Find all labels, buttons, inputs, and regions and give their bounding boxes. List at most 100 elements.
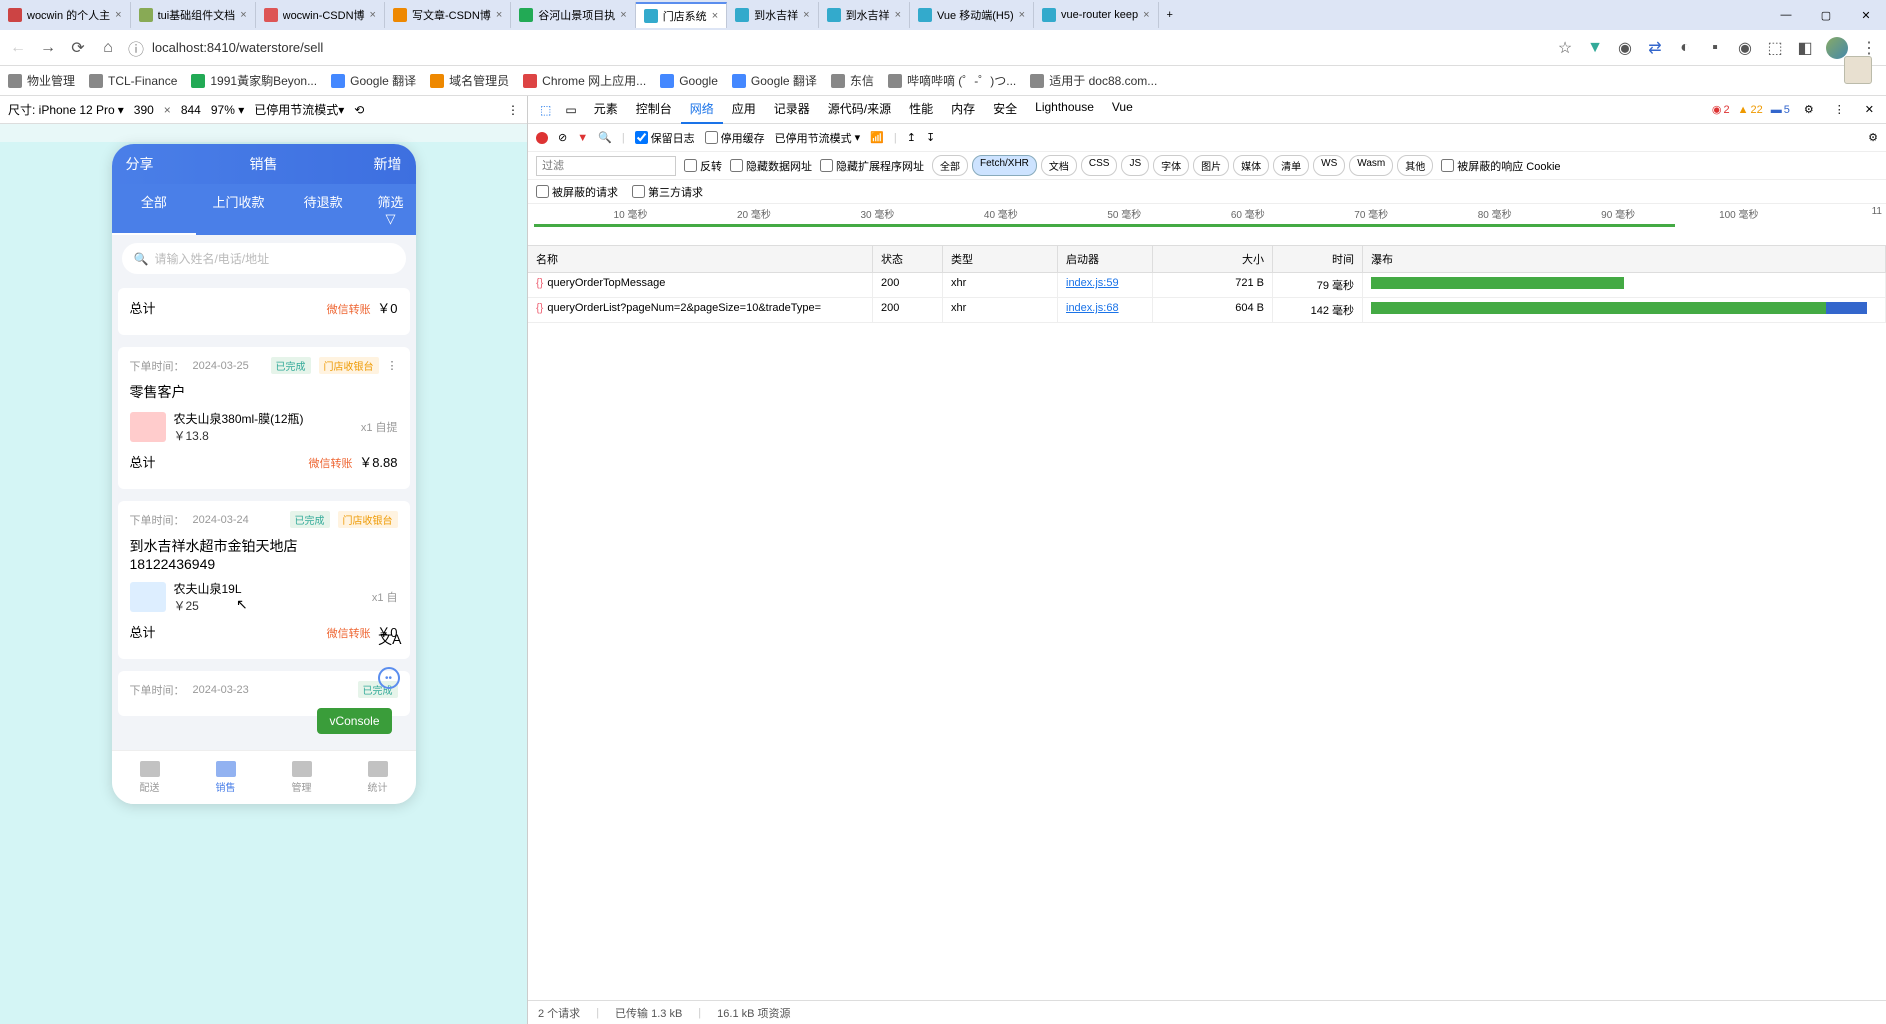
close-icon[interactable]: × xyxy=(1019,9,1025,21)
blocked-cookie-checkbox[interactable]: 被屏蔽的响应 Cookie xyxy=(1441,158,1560,174)
close-icon[interactable]: × xyxy=(712,10,718,22)
close-icon[interactable]: × xyxy=(1143,9,1149,21)
devtools-tab[interactable]: 记录器 xyxy=(765,95,819,124)
bookmark-item[interactable]: Google 翻译 xyxy=(331,72,416,89)
nav-stats[interactable]: 统计 xyxy=(340,751,416,804)
rotate-button[interactable]: ⟲ xyxy=(354,103,364,117)
upload-icon[interactable]: ↥ xyxy=(907,131,916,144)
devtools-tab[interactable]: 网络 xyxy=(681,95,723,124)
close-icon[interactable]: × xyxy=(115,9,121,21)
type-filter-chip[interactable]: 清单 xyxy=(1273,155,1309,176)
info-badge[interactable]: ▬ 5 xyxy=(1771,104,1790,116)
extension-icon[interactable]: ◉ xyxy=(1616,39,1634,57)
wifi-icon[interactable]: 📶 xyxy=(870,131,884,144)
device-menu-button[interactable]: ⋮ xyxy=(507,103,519,117)
address-bar[interactable]: ⓘ localhost:8410/waterstore/sell xyxy=(128,36,1546,60)
col-status[interactable]: 状态 xyxy=(873,246,943,272)
devtools-tab[interactable]: 安全 xyxy=(984,95,1026,124)
devtools-tab[interactable]: 应用 xyxy=(723,95,765,124)
extension-icon[interactable]: ◐ xyxy=(1676,39,1694,57)
clear-button[interactable]: ⊘ xyxy=(558,131,567,144)
settings-icon[interactable]: ⚙ xyxy=(1798,103,1820,116)
close-icon[interactable]: × xyxy=(803,9,809,21)
type-filter-chip[interactable]: WS xyxy=(1313,155,1345,176)
order-card[interactable]: 下单时间： 2024-03-24 已完成 门店收银台 到水吉祥水超市金铂天地店 … xyxy=(118,501,410,659)
close-window-button[interactable]: ✕ xyxy=(1846,9,1886,22)
request-row[interactable]: {}queryOrderTopMessage 200 xhr index.js:… xyxy=(528,273,1886,298)
tab-door-collect[interactable]: 上门收款 xyxy=(196,184,281,235)
throttle-selector[interactable]: 已停用节流模式▾ xyxy=(254,101,344,118)
forward-button[interactable]: → xyxy=(38,39,58,57)
devtools-tab[interactable]: 元素 xyxy=(585,95,627,124)
close-icon[interactable]: × xyxy=(620,9,626,21)
col-type[interactable]: 类型 xyxy=(943,246,1058,272)
bookmark-item[interactable]: 1991黃家駒Beyon... xyxy=(191,72,317,89)
chrome-menu-button[interactable]: ⋮ xyxy=(1860,39,1878,57)
bookmark-item[interactable]: Google xyxy=(660,72,718,89)
tab-all[interactable]: 全部 xyxy=(112,184,197,235)
hide-ext-checkbox[interactable]: 隐藏扩展程序网址 xyxy=(820,158,924,174)
extension-icon[interactable]: ◉ xyxy=(1736,39,1754,57)
side-panel-button[interactable]: ◧ xyxy=(1796,39,1814,57)
home-button[interactable]: ⌂ xyxy=(98,39,118,57)
bookmark-item[interactable]: 物业管理 xyxy=(8,72,75,89)
filter-icon[interactable]: ▼ xyxy=(577,132,588,144)
nav-sales[interactable]: 销售 xyxy=(188,751,264,804)
filter-input[interactable] xyxy=(536,156,676,176)
browser-tab[interactable]: 到水吉祥× xyxy=(727,2,818,28)
browser-tab[interactable]: wocwin-CSDN博× xyxy=(256,2,385,28)
blocked-req-checkbox[interactable]: 被屏蔽的请求 xyxy=(536,184,618,200)
col-name[interactable]: 名称 xyxy=(528,246,873,272)
bookmark-item[interactable]: Chrome 网上应用... xyxy=(523,72,646,89)
devtools-menu-button[interactable]: ⋮ xyxy=(1828,103,1851,116)
devtools-tab[interactable]: Vue xyxy=(1103,95,1142,124)
reload-button[interactable]: ⟳ xyxy=(68,38,88,58)
extension-popup[interactable] xyxy=(1844,56,1872,84)
browser-tab[interactable]: 门店系统× xyxy=(636,2,727,28)
browser-tab[interactable]: tui基础组件文档× xyxy=(131,2,256,28)
extension-icon[interactable]: ▪ xyxy=(1706,39,1724,57)
device-selector[interactable]: 尺寸: iPhone 12 Pro▾ xyxy=(8,101,124,118)
browser-tab[interactable]: 谷河山景项目执× xyxy=(511,2,635,28)
bookmark-item[interactable]: 适用于 doc88.com... xyxy=(1030,72,1157,89)
type-filter-chip[interactable]: Fetch/XHR xyxy=(972,155,1037,176)
type-filter-chip[interactable]: 文档 xyxy=(1041,155,1077,176)
nav-manage[interactable]: 管理 xyxy=(264,751,340,804)
bookmark-item[interactable]: 东信 xyxy=(831,72,874,89)
vconsole-button[interactable]: vConsole xyxy=(317,708,391,734)
header-share-button[interactable]: 分享 xyxy=(126,154,154,174)
order-card[interactable]: 下单时间： 2024-03-25 已完成 门店收银台 ⋮ 零售客户 xyxy=(118,347,410,489)
preserve-log-checkbox[interactable]: 保留日志 xyxy=(635,130,695,146)
network-timeline[interactable]: 10 毫秒20 毫秒30 毫秒40 毫秒50 毫秒60 毫秒70 毫秒80 毫秒… xyxy=(528,204,1886,246)
order-card[interactable]: 总计 微信转账 ￥0 xyxy=(118,288,410,335)
extension-vue-icon[interactable]: ▼ xyxy=(1586,39,1604,57)
type-filter-chip[interactable]: 媒体 xyxy=(1233,155,1269,176)
type-filter-chip[interactable]: 其他 xyxy=(1397,155,1433,176)
browser-tab[interactable]: 写文章-CSDN博× xyxy=(385,2,511,28)
extension-icon[interactable]: ⇄ xyxy=(1646,39,1664,57)
bookmark-item[interactable]: Google 翻译 xyxy=(732,72,817,89)
col-initiator[interactable]: 启动器 xyxy=(1058,246,1153,272)
error-badge[interactable]: ◉ 2 xyxy=(1712,103,1730,116)
request-row[interactable]: {}queryOrderList?pageNum=2&pageSize=10&t… xyxy=(528,298,1886,323)
zoom-selector[interactable]: 97% ▾ xyxy=(211,103,244,117)
tab-filter[interactable]: 筛选▽ xyxy=(366,184,416,235)
new-tab-button[interactable]: + xyxy=(1159,9,1181,21)
type-filter-chip[interactable]: 图片 xyxy=(1193,155,1229,176)
devtools-tab[interactable]: 性能 xyxy=(900,95,942,124)
download-icon[interactable]: ↧ xyxy=(926,131,935,144)
device-width-input[interactable]: 390 xyxy=(134,103,154,117)
type-filter-chip[interactable]: 字体 xyxy=(1153,155,1189,176)
devtools-tab[interactable]: 源代码/来源 xyxy=(819,95,900,124)
bookmark-item[interactable]: 哔嘀哔嘀 (゜-゜)つ... xyxy=(888,72,1016,89)
device-height-input[interactable]: 844 xyxy=(181,103,201,117)
browser-tab[interactable]: 到水吉祥× xyxy=(819,2,910,28)
header-add-button[interactable]: 新增 xyxy=(374,154,402,174)
throttle-selector[interactable]: 已停用节流模式 ▾ xyxy=(775,130,861,146)
extensions-button[interactable]: ⬚ xyxy=(1766,39,1784,57)
minimize-button[interactable]: — xyxy=(1766,9,1806,22)
site-info-icon[interactable]: ⓘ xyxy=(128,36,144,60)
maximize-button[interactable]: ▢ xyxy=(1806,9,1846,22)
initiator-link[interactable]: index.js:68 xyxy=(1066,302,1119,314)
float-bubble[interactable]: •• xyxy=(378,667,400,689)
